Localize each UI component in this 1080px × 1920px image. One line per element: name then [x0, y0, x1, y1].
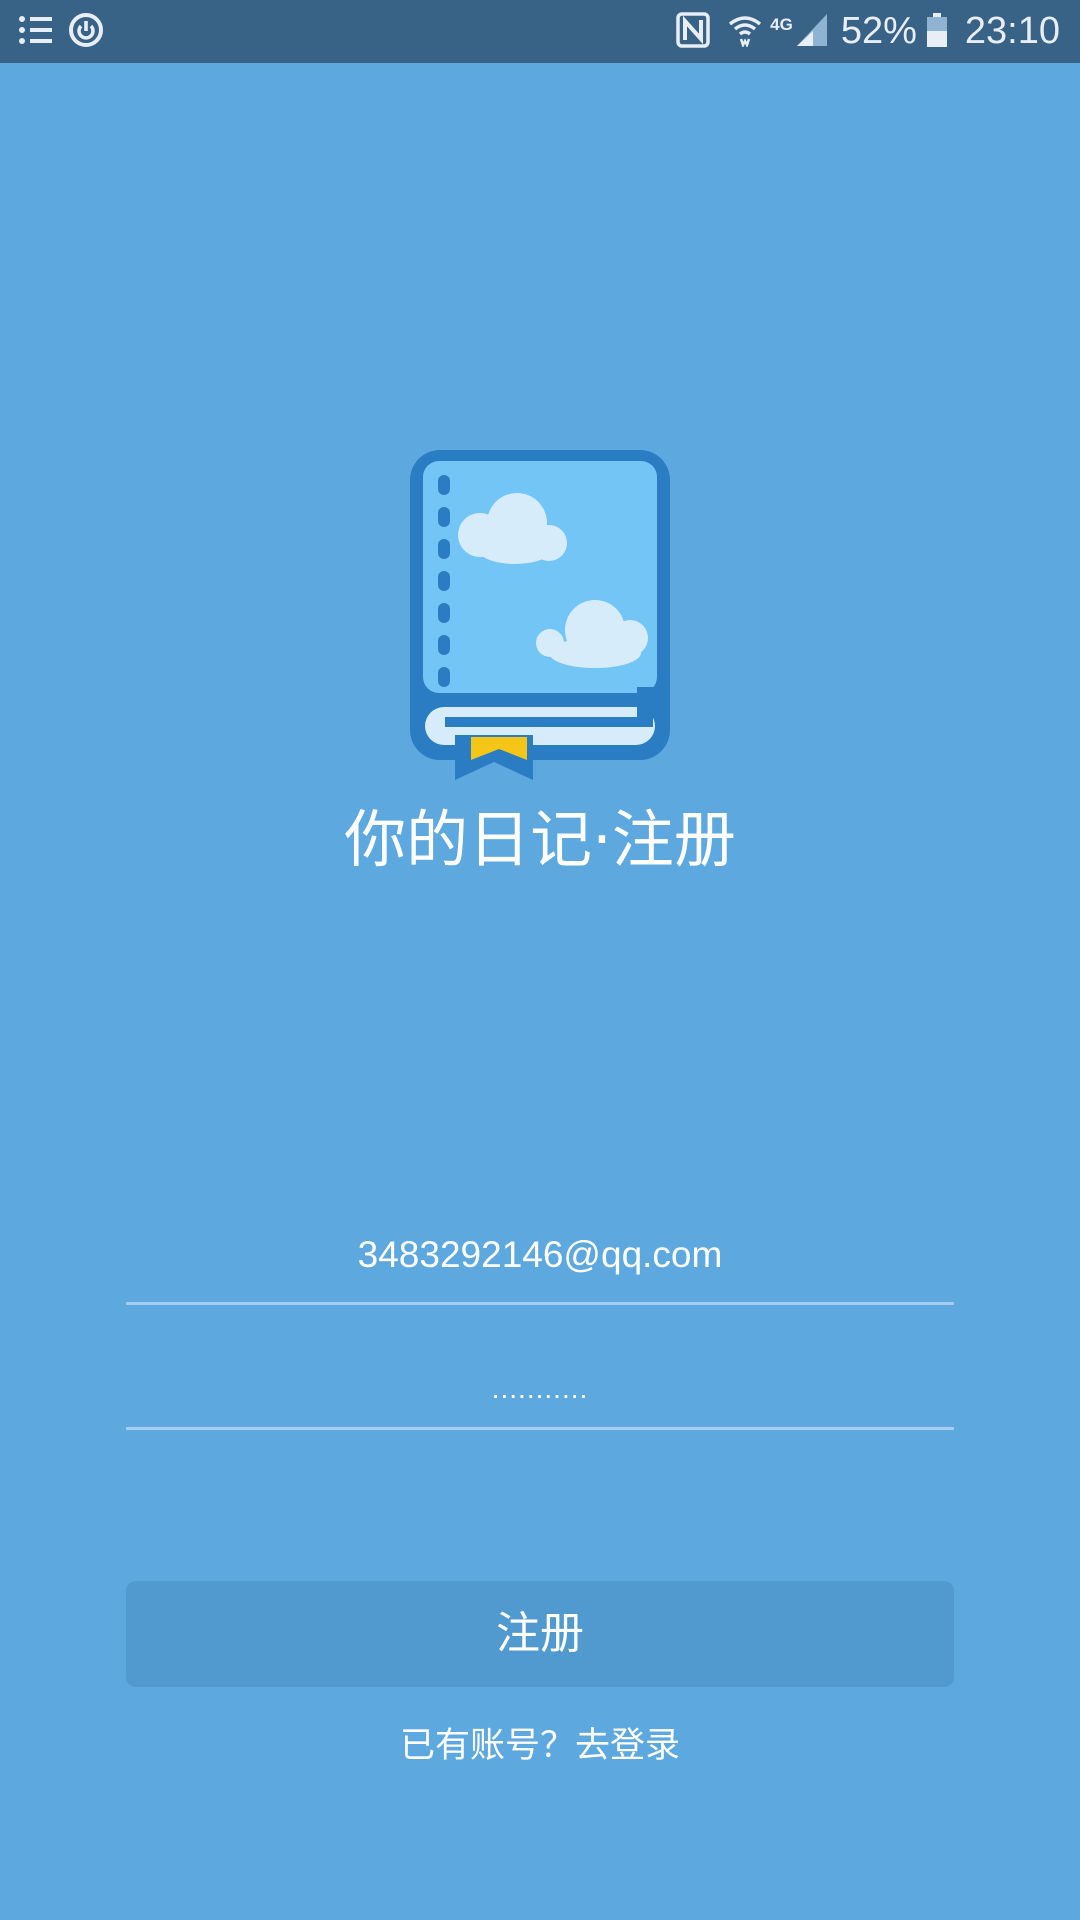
password-field[interactable] — [126, 1320, 954, 1430]
wifi-icon — [728, 13, 762, 51]
battery-percentage: 52% — [840, 10, 917, 52]
register-button[interactable]: 注册 — [126, 1581, 954, 1687]
password-input[interactable] — [126, 1320, 954, 1427]
app-title: 你的日记·注册 — [344, 803, 736, 876]
diary-book-icon — [405, 445, 675, 790]
signal-icon — [796, 13, 827, 50]
nfc-icon — [676, 11, 710, 52]
clock: 23:10 — [964, 10, 1060, 52]
list-icon — [18, 14, 54, 50]
power-saving-icon — [68, 12, 104, 52]
network-type-label: 4G — [770, 15, 793, 34]
go-to-login-link[interactable]: 已有账号？去登录 — [0, 1716, 1080, 1776]
email-input[interactable] — [126, 1195, 954, 1302]
status-bar: 4G 52% 23:10 — [0, 0, 1080, 63]
battery-icon — [926, 12, 947, 51]
email-field[interactable] — [126, 1195, 954, 1305]
